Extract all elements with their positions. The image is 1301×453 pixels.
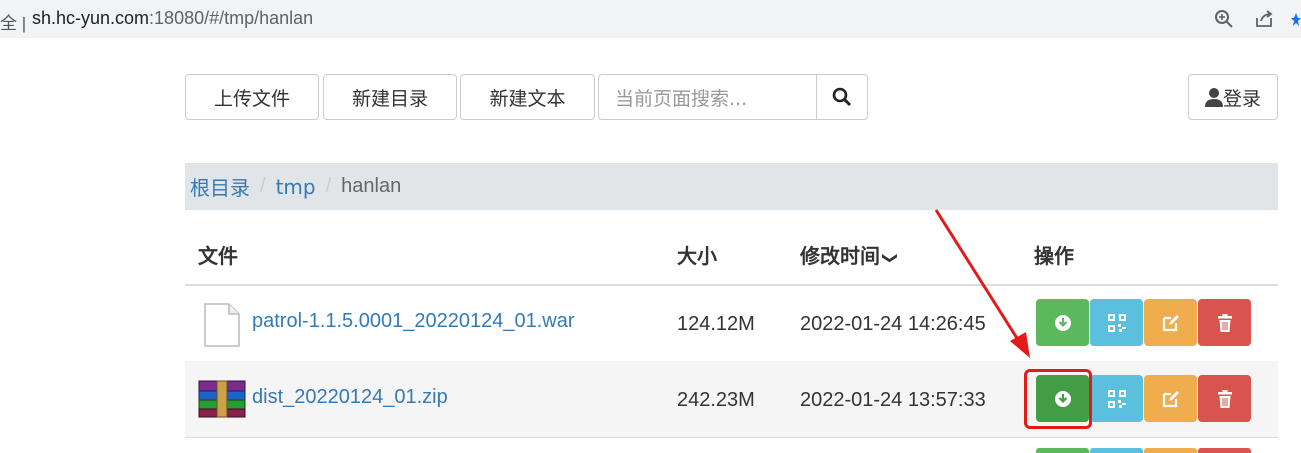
login-button[interactable]: 登录 bbox=[1188, 74, 1278, 120]
delete-button[interactable] bbox=[1198, 375, 1251, 422]
user-icon bbox=[1204, 88, 1223, 107]
breadcrumb-separator: / bbox=[325, 175, 332, 197]
breadcrumb: 根目录 / tmp / hanlan bbox=[185, 163, 1278, 210]
zoom-icon[interactable] bbox=[1213, 8, 1235, 30]
file-name-link[interactable]: dist_20220124_01.zip bbox=[252, 386, 448, 409]
qrcode-button[interactable] bbox=[1090, 448, 1143, 453]
delete-button[interactable] bbox=[1198, 299, 1251, 346]
new-directory-button[interactable]: 新建目录 bbox=[323, 74, 457, 120]
url-path: :18080/#/tmp/hanlan bbox=[149, 8, 314, 28]
winrar-archive-icon bbox=[198, 380, 246, 418]
file-modified: 2022-01-24 13:57:33 bbox=[800, 389, 986, 411]
upload-file-button[interactable]: 上传文件 bbox=[185, 74, 319, 120]
download-icon bbox=[1054, 314, 1071, 331]
qrcode-icon bbox=[1107, 313, 1126, 332]
browser-address-bar: 全 | sh.hc-yun.com:18080/#/tmp/hanlan bbox=[0, 0, 1301, 38]
qrcode-icon bbox=[1107, 389, 1126, 408]
sort-chevron-down-icon[interactable]: ❯ bbox=[881, 252, 899, 265]
edit-button[interactable] bbox=[1144, 448, 1197, 453]
url-host: sh.hc-yun.com bbox=[32, 8, 150, 28]
delete-button[interactable] bbox=[1198, 448, 1251, 453]
trash-icon bbox=[1217, 389, 1232, 408]
edit-icon bbox=[1162, 314, 1179, 331]
file-size: 124.12M bbox=[677, 313, 755, 335]
qrcode-button[interactable] bbox=[1090, 375, 1143, 422]
download-button[interactable] bbox=[1036, 448, 1089, 453]
header-modified[interactable]: 修改时间❯ bbox=[800, 240, 899, 269]
breadcrumb-root[interactable]: 根目录 bbox=[190, 172, 250, 201]
new-text-button[interactable]: 新建文本 bbox=[460, 74, 595, 120]
row-actions bbox=[1036, 299, 1252, 346]
header-size: 大小 bbox=[677, 244, 717, 268]
edit-button[interactable] bbox=[1144, 299, 1197, 346]
address-bar-security-label: 全 | bbox=[0, 14, 27, 33]
header-modified-label: 修改时间 bbox=[800, 244, 880, 268]
file-size: 242.23M bbox=[677, 389, 755, 411]
login-label: 登录 bbox=[1222, 87, 1261, 110]
star-icon[interactable] bbox=[1291, 8, 1301, 30]
qrcode-button[interactable] bbox=[1090, 299, 1143, 346]
table-header: 文件 大小 修改时间❯ 操作 bbox=[185, 220, 1278, 286]
file-modified: 2022-01-24 14:26:45 bbox=[800, 313, 986, 335]
header-actions: 操作 bbox=[1034, 244, 1074, 268]
url-field[interactable]: sh.hc-yun.com:18080/#/tmp/hanlan bbox=[32, 8, 313, 29]
search-input[interactable]: 当前页面搜索... bbox=[598, 74, 817, 120]
header-file: 文件 bbox=[198, 244, 238, 268]
file-name-link[interactable]: patrol-1.1.5.0001_20220124_01.war bbox=[252, 310, 574, 333]
table-row: dist_20220124_01.zip 242.23M 2022-01-24 … bbox=[185, 361, 1278, 438]
download-button[interactable] bbox=[1036, 299, 1089, 346]
edit-button[interactable] bbox=[1144, 375, 1197, 422]
breadcrumb-tmp[interactable]: tmp bbox=[276, 175, 316, 199]
trash-icon bbox=[1217, 313, 1232, 332]
table-row: patrol-1.1.5.0001_20220124_01.war 124.12… bbox=[185, 285, 1278, 362]
share-icon[interactable] bbox=[1253, 8, 1275, 30]
search-icon bbox=[832, 87, 852, 107]
edit-icon bbox=[1162, 390, 1179, 407]
breadcrumb-current: hanlan bbox=[341, 175, 402, 197]
annotation-highlight-box bbox=[1024, 369, 1092, 429]
file-icon bbox=[204, 303, 240, 347]
breadcrumb-separator: / bbox=[260, 175, 266, 197]
search-button[interactable] bbox=[816, 74, 868, 120]
